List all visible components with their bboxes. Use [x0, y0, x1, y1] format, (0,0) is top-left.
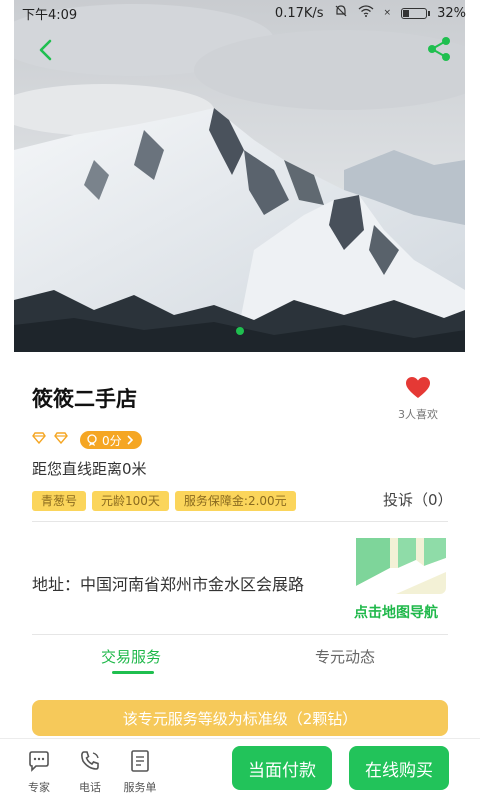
score-badge[interactable]: 0分 [80, 431, 142, 449]
shop-tags: 青葱号 元龄100天 服务保障金:2.00元 [32, 491, 296, 511]
complaint-link[interactable]: 投诉（0） [383, 489, 453, 510]
active-tab-indicator [112, 671, 154, 674]
nav-service-order-label: 服务单 [123, 781, 157, 794]
diamond-icon [54, 432, 68, 444]
hero-image[interactable] [14, 0, 465, 352]
distance-text: 距您直线距离0米 [32, 460, 147, 478]
nav-expert-label: 专家 [28, 781, 50, 794]
share-button[interactable] [422, 32, 456, 66]
battery-percent: 32% [437, 5, 466, 21]
tag-deposit: 服务保障金:2.00元 [174, 491, 296, 511]
pay-in-person-button[interactable]: 当面付款 [232, 746, 332, 790]
score-value: 0分 [102, 433, 122, 448]
divider [32, 521, 448, 522]
service-list-icon [131, 750, 149, 772]
tab-news[interactable]: 专元动态 [315, 646, 375, 667]
nav-phone[interactable]: 电话 [68, 749, 112, 795]
nav-expert[interactable]: 专家 [17, 749, 61, 795]
phone-icon [81, 751, 99, 770]
tab-trade-service[interactable]: 交易服务 [101, 646, 161, 667]
nav-service-order[interactable]: 服务单 [118, 749, 162, 795]
diamond-rating [32, 432, 68, 444]
chevron-right-icon [127, 435, 133, 445]
network-speed: 0.17K/s [274, 5, 324, 21]
address-text: 地址：中国河南省郑州市金水区会展路 [32, 575, 305, 594]
like-button[interactable]: 3人喜欢 [392, 376, 444, 422]
buy-online-button[interactable]: 在线购买 [349, 746, 449, 790]
carousel-page-dot[interactable] [236, 327, 244, 335]
mute-icon [334, 4, 348, 22]
status-bar: 下午4:09 0.17K/s × 32% [0, 0, 480, 26]
no-sim-icon: × [383, 8, 392, 18]
map-icon[interactable] [356, 538, 446, 594]
back-button[interactable] [30, 34, 62, 66]
heart-icon [406, 377, 430, 398]
tag-age: 元龄100天 [92, 491, 169, 511]
tag-account: 青葱号 [32, 491, 87, 511]
battery-icon [401, 7, 431, 19]
wifi-icon [358, 5, 374, 21]
nav-phone-label: 电话 [79, 781, 101, 794]
chevron-left-icon [39, 39, 52, 61]
map-navigation-link[interactable]: 点击地图导航 [354, 602, 438, 622]
divider [32, 634, 448, 635]
medal-icon [87, 434, 97, 446]
like-count: 3人喜欢 [398, 408, 438, 421]
service-level-banner: 该专元服务等级为标准级（2颗钻） [32, 700, 448, 736]
share-icon [428, 37, 450, 61]
shop-name: 筱筱二手店 [32, 387, 137, 411]
status-time: 下午4:09 [22, 7, 78, 23]
diamond-icon [32, 432, 46, 444]
chat-bubble-icon [29, 751, 49, 772]
